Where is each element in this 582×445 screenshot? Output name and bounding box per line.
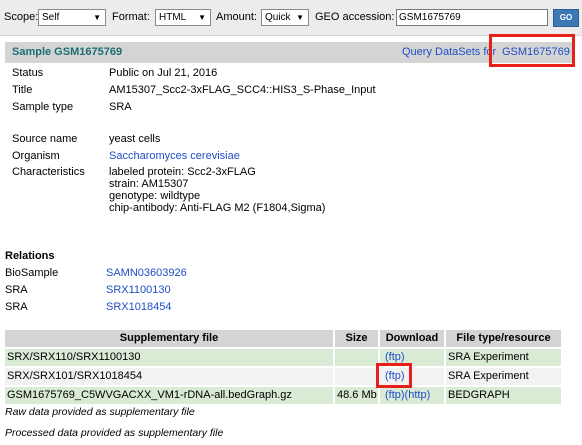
ftp-http-link[interactable]: (ftp)(http) xyxy=(385,389,430,401)
highlight-box xyxy=(376,363,412,388)
source-name-key: Source name xyxy=(12,133,78,145)
col-header-file: Supplementary file xyxy=(5,330,333,347)
status-key: Status xyxy=(12,67,44,79)
col-header-type: File type/resource xyxy=(446,330,561,347)
table-row: SRX/SRX101/SRX1018454 (ftp) SRA Experime… xyxy=(5,368,561,385)
table-row: SRX/SRX110/SRX1100130 (ftp) SRA Experime… xyxy=(5,349,561,366)
source-name-value: yeast cells xyxy=(109,133,161,145)
scope-value: Self xyxy=(42,12,60,23)
format-value: HTML xyxy=(159,12,187,23)
organism-link[interactable]: Saccharomyces cerevisiae xyxy=(109,150,240,162)
go-button[interactable]: GO xyxy=(553,9,579,27)
status-value: Public on Jul 21, 2016 xyxy=(109,67,218,79)
amount-value: Quick xyxy=(265,12,291,23)
chevron-down-icon: ▼ xyxy=(296,13,304,22)
sra-link[interactable]: SRX1018454 xyxy=(106,301,171,313)
geo-accession-input[interactable]: GSM1675769 xyxy=(396,9,548,26)
file-cell: SRX/SRX101/SRX1018454 xyxy=(5,368,333,385)
chevron-down-icon: ▼ xyxy=(93,13,101,22)
raw-data-note: Raw data provided as supplementary file xyxy=(5,406,195,418)
type-cell: SRA Experiment xyxy=(446,349,561,366)
format-select[interactable]: HTML ▼ xyxy=(155,9,211,26)
size-cell: 48.6 Mb xyxy=(335,387,378,404)
format-label: Format: xyxy=(112,11,150,23)
col-header-download: Download xyxy=(380,330,444,347)
table-row: GSM1675769_C5WVGACXX_VM1-rDNA-all.bedGra… xyxy=(5,387,561,404)
page-title: Sample GSM1675769 xyxy=(12,46,123,58)
sample-header-bar: Sample GSM1675769 Query DataSets for GSM… xyxy=(5,42,572,63)
sra-link[interactable]: SRX1100130 xyxy=(106,284,171,296)
file-cell: GSM1675769_C5WVGACXX_VM1-rDNA-all.bedGra… xyxy=(5,387,333,404)
file-cell: SRX/SRX110/SRX1100130 xyxy=(5,349,333,366)
characteristic-item: genotype: wildtype xyxy=(109,190,201,202)
table-header-row: Supplementary file Size Download File ty… xyxy=(5,330,561,347)
title-key: Title xyxy=(12,84,33,96)
scope-label: Scope: xyxy=(4,11,39,23)
size-cell xyxy=(335,349,378,366)
relations-title: Relations xyxy=(5,250,55,262)
search-toolbar: Scope: Self ▼ Format: HTML ▼ Amount: Qui… xyxy=(0,0,582,36)
type-cell: SRA Experiment xyxy=(446,368,561,385)
geo-accession-label: GEO accession: xyxy=(315,11,395,23)
scope-select[interactable]: Self ▼ xyxy=(38,9,106,26)
sample-type-key: Sample type xyxy=(12,101,74,113)
characteristics-list: labeled protein: Scc2-3xFLAG strain: AM1… xyxy=(109,166,325,214)
biosample-link[interactable]: SAMN03603926 xyxy=(106,267,187,279)
characteristic-item: labeled protein: Scc2-3xFLAG xyxy=(109,166,256,178)
type-cell: BEDGRAPH xyxy=(446,387,561,404)
organism-key: Organism xyxy=(12,150,60,162)
relation-key: BioSample xyxy=(5,267,59,279)
size-cell xyxy=(335,368,378,385)
download-cell: (ftp)(http) xyxy=(380,387,444,404)
ftp-link[interactable]: (ftp) xyxy=(385,351,405,363)
amount-label: Amount: xyxy=(216,11,257,23)
highlight-box xyxy=(489,34,575,67)
sample-type-value: SRA xyxy=(109,101,132,113)
relation-key: SRA xyxy=(5,301,28,313)
col-header-size: Size xyxy=(335,330,378,347)
relation-key: SRA xyxy=(5,284,28,296)
amount-select[interactable]: Quick ▼ xyxy=(261,9,309,26)
characteristic-item: chip-antibody: Anti-FLAG M2 (F1804,Sigma… xyxy=(109,202,326,214)
characteristic-item: strain: AM15307 xyxy=(109,178,189,190)
query-datasets-link[interactable]: Query DataSets for xyxy=(402,46,496,58)
title-value: AM15307_Scc2-3xFLAG_SCC4::HIS3_S-Phase_I… xyxy=(109,84,376,96)
chevron-down-icon: ▼ xyxy=(198,13,206,22)
processed-data-note: Processed data provided as supplementary… xyxy=(5,427,224,439)
characteristics-key: Characteristics xyxy=(12,166,85,178)
